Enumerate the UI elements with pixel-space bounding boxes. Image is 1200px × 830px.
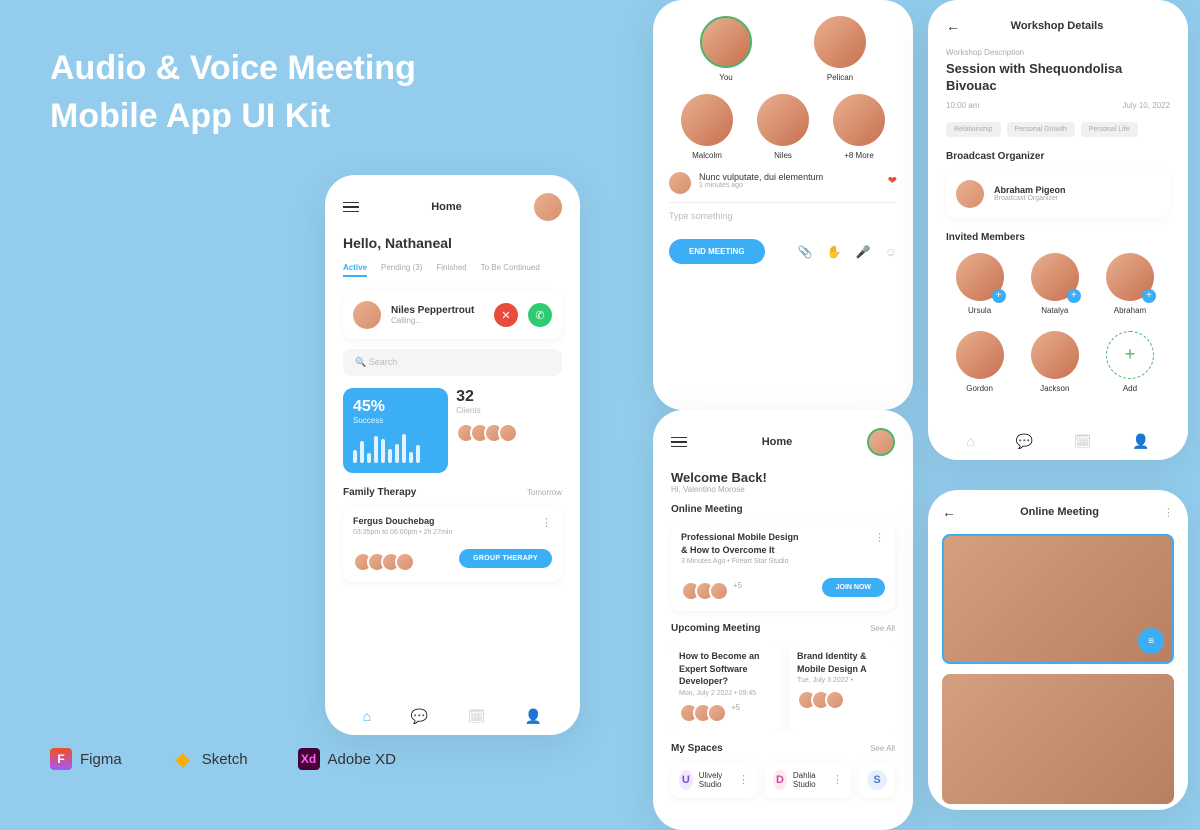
add-member[interactable]: +Add xyxy=(1096,331,1163,393)
upcoming-card[interactable]: How to Become an Expert Software Develop… xyxy=(671,642,781,731)
welcome-title: Welcome Back! xyxy=(671,470,895,485)
nav-profile-icon[interactable]: 👤 xyxy=(1132,433,1149,450)
screen-meeting-grid: You Pelican Malcolm Niles +8 More Nunc v… xyxy=(653,0,913,410)
member[interactable]: +Abraham xyxy=(1096,253,1163,315)
tab-continued[interactable]: To Be Continued xyxy=(481,263,540,277)
nav-calendar-icon[interactable]: 🗓 xyxy=(468,708,486,725)
participant[interactable]: Malcolm xyxy=(681,94,733,160)
space-card[interactable]: UUlively Studio⋮ xyxy=(671,762,757,798)
member[interactable]: +Ursula xyxy=(946,253,1013,315)
call-card: Niles Peppertrout Calling... ✕ ✆ xyxy=(343,291,562,339)
see-all-link[interactable]: See All xyxy=(870,744,895,753)
nav-calendar-icon[interactable]: 🗓 xyxy=(1074,433,1092,450)
participant-more[interactable]: +8 More xyxy=(833,94,885,160)
avatar[interactable] xyxy=(534,193,562,221)
emoji-icon[interactable]: ☺ xyxy=(885,245,897,259)
bottom-nav: ⌂ 💬 🗓 👤 xyxy=(946,433,1170,450)
participant[interactable]: You xyxy=(700,16,752,82)
hero-title: Audio & Voice Meeting Mobile App UI Kit xyxy=(50,45,416,140)
message-input[interactable]: Type something xyxy=(669,202,897,229)
tags: Relationship Personal Growth Personal Li… xyxy=(946,122,1170,137)
page-title: Home xyxy=(762,436,793,448)
back-icon[interactable]: ← xyxy=(942,504,956,520)
nav-home-icon[interactable]: ⌂ xyxy=(363,708,371,725)
tab-finished[interactable]: Finished xyxy=(436,263,466,277)
tab-active[interactable]: Active xyxy=(343,263,367,277)
caller-name: Niles Peppertrout xyxy=(391,305,484,316)
search-input[interactable]: 🔍 Search xyxy=(343,349,562,376)
tag[interactable]: Relationship xyxy=(946,122,1001,137)
hand-icon[interactable]: ✋ xyxy=(827,245,842,259)
screen-welcome: Home Welcome Back! Hi, Valentino Morose … xyxy=(653,410,913,830)
more-icon[interactable]: ⋮ xyxy=(874,531,885,556)
participant[interactable]: Niles xyxy=(757,94,809,160)
caller-avatar xyxy=(353,301,381,329)
chat-message: Nunc vulputate, dui elementum1 minutes a… xyxy=(669,172,897,194)
screen-workshop-details: ← Workshop Details Workshop Description … xyxy=(928,0,1188,460)
organizer-card[interactable]: Abraham PigeonBroadcast Organizer xyxy=(946,170,1170,218)
tag[interactable]: Personal Life xyxy=(1081,122,1138,137)
group-therapy-button[interactable]: GROUP THERAPY xyxy=(459,549,552,568)
audio-wave-icon[interactable]: ≡ xyxy=(1138,628,1164,654)
meeting-card[interactable]: Professional Mobile Design& How to Overc… xyxy=(671,521,895,611)
tag[interactable]: Personal Growth xyxy=(1007,122,1075,137)
nav-home-icon[interactable]: ⌂ xyxy=(966,433,974,450)
avatar[interactable] xyxy=(867,428,895,456)
join-button[interactable]: JOIN NOW xyxy=(822,578,885,597)
mic-icon[interactable]: 🎤 xyxy=(856,245,871,259)
nav-chat-icon[interactable]: 💬 xyxy=(1016,433,1033,450)
screen-home-dashboard: Home Hello, Nathaneal Active Pending (3)… xyxy=(325,175,580,735)
more-icon[interactable]: ⋮ xyxy=(541,516,552,529)
heart-icon[interactable]: ❤ xyxy=(888,174,897,187)
space-card[interactable]: DDahlia Studio⋮ xyxy=(765,762,851,798)
tab-pending[interactable]: Pending (3) xyxy=(381,263,422,277)
tool-sketch: ◆Sketch xyxy=(172,748,248,770)
appointment-card[interactable]: Fergus Douchebag⋮ 03:35pm to 06:00pm • 2… xyxy=(343,506,562,582)
tabs: Active Pending (3) Finished To Be Contin… xyxy=(343,263,562,277)
section-title: Family Therapy xyxy=(343,487,416,498)
member[interactable]: +Natalya xyxy=(1021,253,1088,315)
end-meeting-button[interactable]: END MEETING xyxy=(669,239,765,264)
page-title: Workshop Details xyxy=(1011,20,1104,32)
design-tools: FFigma ◆Sketch XdAdobe XD xyxy=(50,748,396,770)
nav-chat-icon[interactable]: 💬 xyxy=(411,708,428,725)
tool-figma: FFigma xyxy=(50,748,122,770)
page-title: Online Meeting xyxy=(1020,506,1099,518)
video-tile-active[interactable]: ≡ xyxy=(942,534,1174,664)
menu-icon[interactable] xyxy=(671,437,687,448)
back-icon[interactable]: ← xyxy=(946,18,960,34)
stat-clients: 32 Clients xyxy=(456,388,561,473)
workshop-title: Session with Shequondolisa Bivouac xyxy=(946,61,1170,95)
bottom-nav: ⌂ 💬 🗓 👤 xyxy=(343,708,562,725)
online-meeting-label: Online Meeting xyxy=(671,504,895,515)
accept-icon[interactable]: ✆ xyxy=(528,303,552,327)
participant[interactable]: Pelican xyxy=(814,16,866,82)
decline-icon[interactable]: ✕ xyxy=(494,303,518,327)
attach-icon[interactable]: 📎 xyxy=(798,245,813,259)
screen-online-meeting: ← Online Meeting ⋮ ≡ xyxy=(928,490,1188,810)
video-tile[interactable] xyxy=(942,674,1174,804)
member[interactable]: Gordon xyxy=(946,331,1013,393)
menu-icon[interactable] xyxy=(343,202,359,213)
nav-profile-icon[interactable]: 👤 xyxy=(525,708,542,725)
tool-xd: XdAdobe XD xyxy=(298,748,396,770)
upcoming-card[interactable]: Brand Identity & Mobile Design ATue, Jul… xyxy=(789,642,895,731)
see-all-link[interactable]: See All xyxy=(870,624,895,633)
more-icon[interactable]: ⋮ xyxy=(1163,506,1174,519)
space-card[interactable]: S xyxy=(859,762,895,798)
greeting: Hello, Nathaneal xyxy=(343,235,562,251)
member[interactable]: Jackson xyxy=(1021,331,1088,393)
page-title: Home xyxy=(431,201,462,213)
call-status: Calling... xyxy=(391,316,484,325)
stat-success: 45% Success xyxy=(343,388,448,473)
